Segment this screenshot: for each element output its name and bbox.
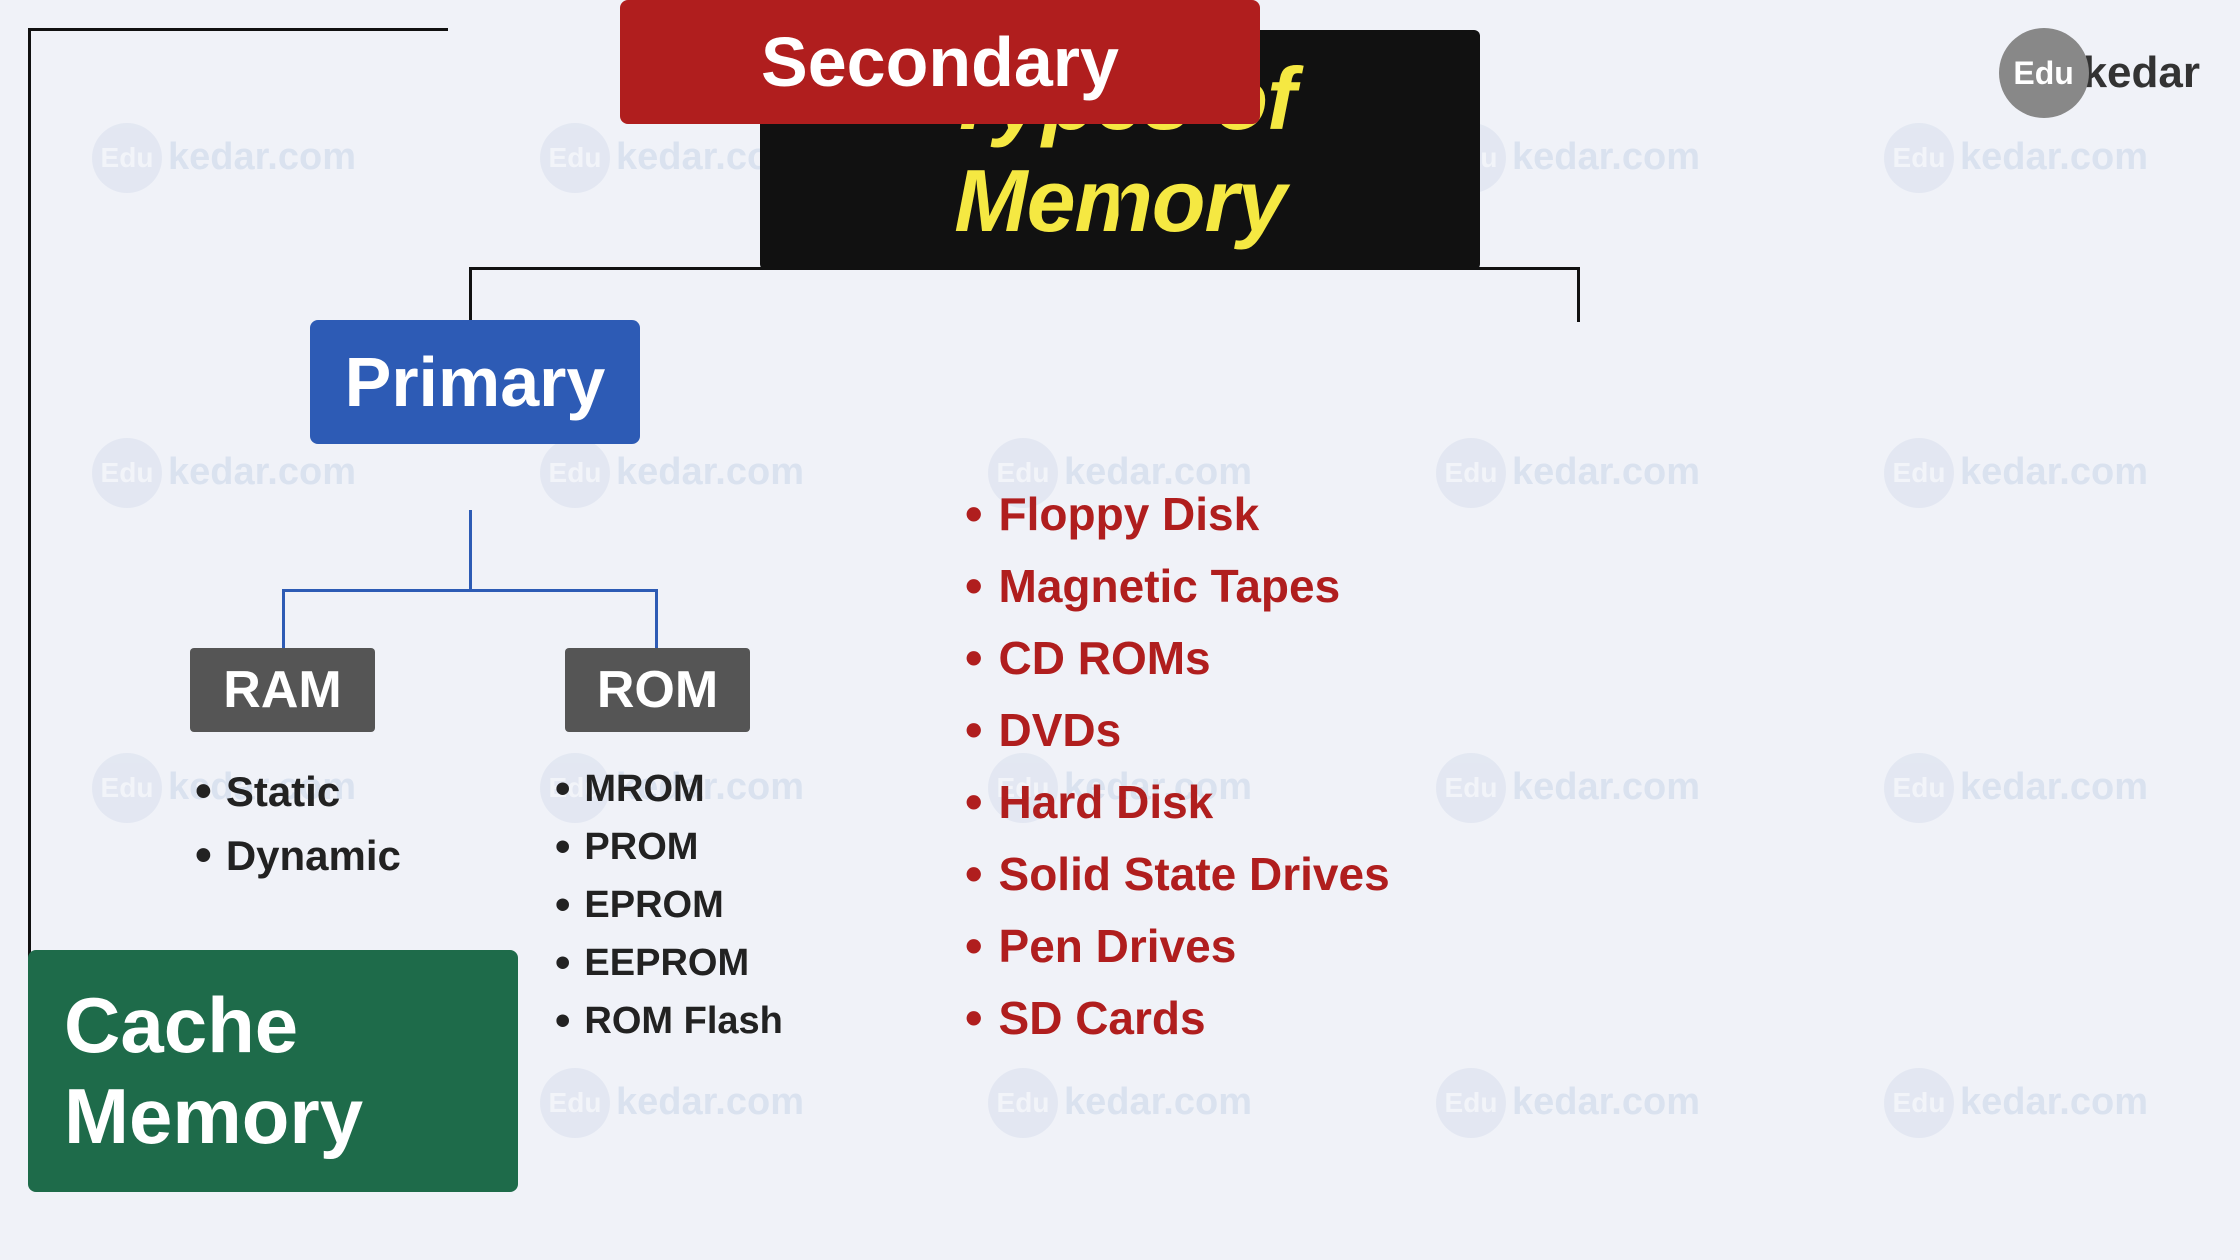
primary-label: Primary — [345, 343, 606, 421]
logo-circle-text: Edu — [2013, 55, 2073, 92]
secondary-item-floppy: Floppy Disk — [965, 478, 1390, 550]
rom-label: ROM — [597, 661, 718, 719]
ram-item-static: Static — [195, 760, 401, 824]
secondary-label: Secondary — [761, 23, 1119, 101]
secondary-item-tapes: Magnetic Tapes — [965, 550, 1390, 622]
secondary-list: Floppy Disk Magnetic Tapes CD ROMs DVDs … — [965, 478, 1390, 1054]
rom-list: MROM PROM EPROM EEPROM ROM Flash — [555, 760, 783, 1050]
rom-item-mrom: MROM — [555, 760, 783, 818]
ram-item-dynamic: Dynamic — [195, 824, 401, 888]
cache-memory-label: Cache Memory — [64, 981, 363, 1160]
rom-box: ROM — [565, 648, 750, 732]
cache-memory-box: Cache Memory — [28, 950, 518, 1192]
left-bracket-line-top — [28, 28, 448, 31]
secondary-item-pendrives: Pen Drives — [965, 910, 1390, 982]
rom-item-prom: PROM — [555, 818, 783, 876]
logo-circle: Edu — [1999, 28, 2089, 118]
secondary-item-sdcards: SD Cards — [965, 982, 1390, 1054]
tree-secondary-connector — [1577, 267, 1580, 322]
secondary-item-dvds: DVDs — [965, 694, 1390, 766]
primary-down-line — [469, 510, 472, 590]
main-page: Edu kedar Types of Memory Primary RAM RO… — [0, 0, 2240, 1260]
logo: Edu kedar — [1999, 28, 2200, 118]
secondary-item-harddisk: Hard Disk — [965, 766, 1390, 838]
ram-connector-line — [282, 589, 285, 649]
rom-item-flash: ROM Flash — [555, 992, 783, 1050]
rom-item-eprom: EPROM — [555, 876, 783, 934]
tree-root-line — [1119, 178, 1122, 268]
secondary-box: Secondary — [620, 0, 1260, 124]
tree-primary-connector — [469, 267, 472, 322]
rom-connector-line — [655, 589, 658, 649]
ram-rom-horizontal-line — [282, 589, 658, 592]
tree-horizontal-line — [470, 267, 1580, 270]
primary-box: Primary — [310, 320, 640, 444]
rom-item-eeprom: EEPROM — [555, 934, 783, 992]
secondary-item-cdroms: CD ROMs — [965, 622, 1390, 694]
secondary-item-ssd: Solid State Drives — [965, 838, 1390, 910]
ram-list: Static Dynamic — [195, 760, 401, 888]
logo-text: kedar — [2083, 48, 2200, 98]
ram-box: RAM — [190, 648, 375, 732]
ram-label: RAM — [223, 661, 341, 719]
